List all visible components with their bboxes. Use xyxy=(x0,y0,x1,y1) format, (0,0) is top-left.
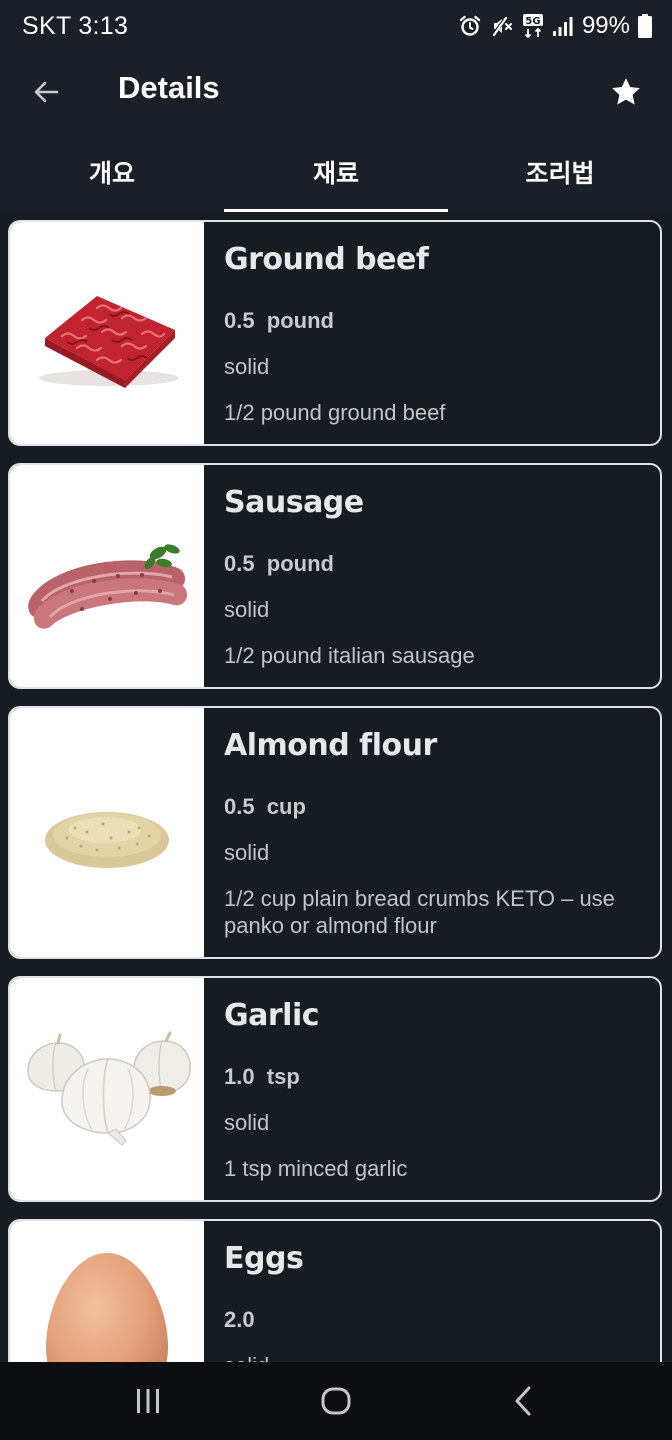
ingredient-card[interactable]: Sausage 0.5 pound solid 1/2 pound italia… xyxy=(8,463,662,689)
battery-percent: 99% xyxy=(581,12,630,39)
tab-ingredients[interactable]: 재료 xyxy=(224,132,448,212)
home-icon xyxy=(321,1387,351,1415)
ingredient-name: Garlic xyxy=(224,998,320,1033)
ingredient-image xyxy=(10,222,204,444)
battery-icon xyxy=(638,14,652,38)
ingredient-name: Ground beef xyxy=(224,242,429,277)
egg-image xyxy=(46,1253,168,1362)
ingredient-name: Almond flour xyxy=(224,728,437,763)
ground-beef-image xyxy=(39,296,179,388)
ingredient-amount: 0.5 cup xyxy=(224,794,306,819)
recent-apps-icon xyxy=(137,1389,159,1413)
ingredient-amount: 2.0 xyxy=(224,1307,255,1332)
ingredient-description: 1 tsp minced garlic xyxy=(224,1156,408,1181)
favorite-button[interactable] xyxy=(596,62,656,122)
tab-bar: 개요 재료 조리법 xyxy=(0,132,672,212)
back-button[interactable] xyxy=(16,62,76,122)
ingredient-amount: 0.5 pound xyxy=(224,308,334,333)
status-time: SKT 3:13 xyxy=(22,12,129,40)
ingredient-card[interactable]: Eggs 2.0 solid xyxy=(8,1219,662,1362)
nav-back-button[interactable] xyxy=(494,1371,554,1431)
back-icon xyxy=(515,1386,531,1416)
svg-text:5G: 5G xyxy=(525,16,540,27)
system-nav-bar xyxy=(0,1362,672,1440)
home-button[interactable] xyxy=(306,1371,366,1431)
details-screen: SKT 3:13 5G 99% Details 개요 재료 조리법 Ground… xyxy=(0,0,672,1440)
tab-recipe[interactable]: 조리법 xyxy=(448,132,672,212)
star-icon xyxy=(612,78,640,105)
5g-icon: 5G xyxy=(522,14,543,39)
ingredient-state: solid xyxy=(224,1353,269,1362)
garlic-image xyxy=(27,1031,191,1146)
ingredient-image xyxy=(10,978,204,1200)
status-icons: 5G 99% xyxy=(458,10,652,42)
alarm-icon xyxy=(459,15,481,36)
page-title: Details xyxy=(118,70,220,105)
ingredient-card[interactable]: Garlic 1.0 tsp solid 1 tsp minced garlic xyxy=(8,976,662,1202)
recent-apps-button[interactable] xyxy=(118,1371,178,1431)
ingredient-description: 1/2 cup plain bread crumbs KETO – use pa… xyxy=(224,886,615,938)
ingredient-state: solid xyxy=(224,1110,270,1135)
ingredient-image xyxy=(10,708,204,957)
ingredient-image xyxy=(10,465,204,687)
ingredient-image xyxy=(10,1221,204,1362)
ingredient-state: solid xyxy=(224,840,270,865)
status-bar: SKT 3:13 5G 99% xyxy=(0,0,672,52)
ingredient-state: solid xyxy=(224,597,270,622)
mute-icon xyxy=(492,16,512,37)
ingredient-list[interactable]: Ground beef 0.5 pound solid 1/2 pound gr… xyxy=(0,212,672,1362)
ingredient-card[interactable]: Ground beef 0.5 pound solid 1/2 pound gr… xyxy=(8,220,662,446)
signal-icon xyxy=(552,17,573,36)
ingredient-amount: 1.0 tsp xyxy=(224,1064,300,1089)
arrow-left-icon xyxy=(34,81,59,103)
tab-overview[interactable]: 개요 xyxy=(0,132,224,212)
ingredient-card[interactable]: Almond flour 0.5 cup solid 1/2 cup plain… xyxy=(8,706,662,959)
ingredient-state: solid xyxy=(224,354,270,379)
almond-flour-image xyxy=(45,811,169,868)
ingredient-name: Eggs xyxy=(224,1241,304,1276)
ingredient-description: 1/2 pound italian sausage xyxy=(224,643,475,668)
ingredient-description: 1/2 pound ground beef xyxy=(224,400,446,425)
sausage-image xyxy=(28,544,188,629)
app-bar: Details xyxy=(0,52,672,132)
ingredient-name: Sausage xyxy=(224,485,364,520)
ingredient-amount: 0.5 pound xyxy=(224,551,334,576)
